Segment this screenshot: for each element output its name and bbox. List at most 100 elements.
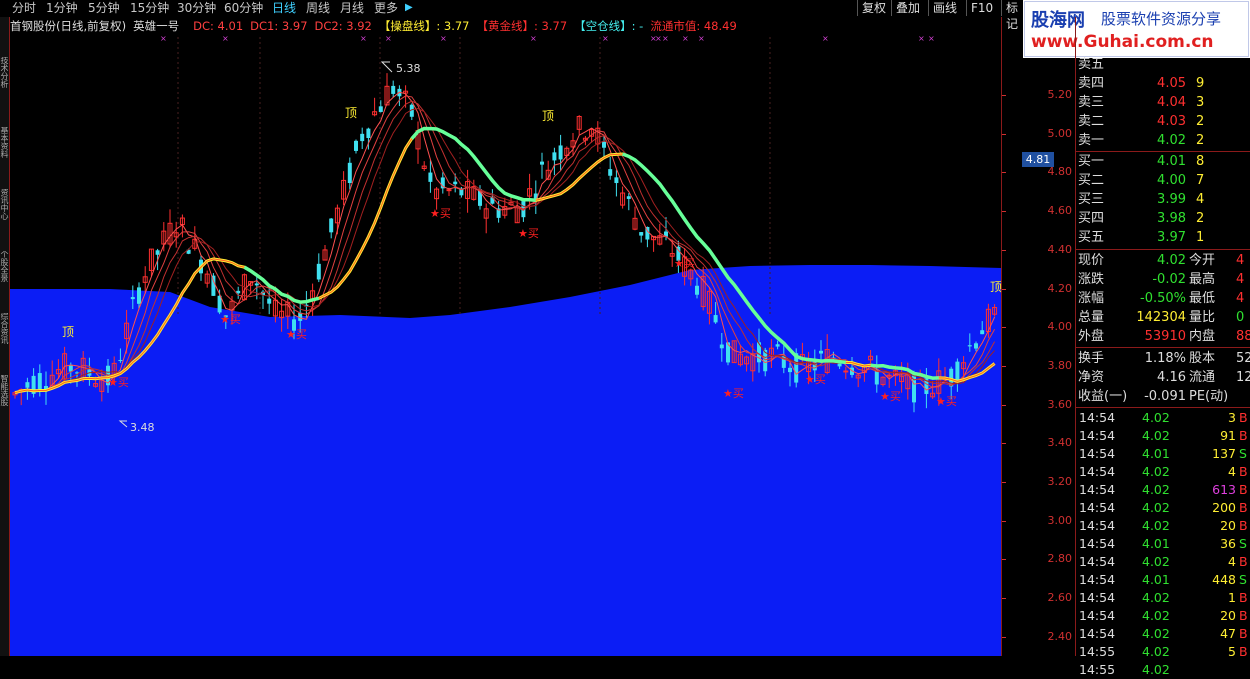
quote-value: 4 xyxy=(1236,253,1245,268)
tick-flag: B xyxy=(1239,464,1248,479)
tick-time: 14:54 xyxy=(1079,482,1116,497)
period-tab-intraday[interactable]: 分时 xyxy=(12,0,36,16)
bid-row: 买三 3.99 4 xyxy=(1076,190,1250,209)
top-signal-label: 顶 xyxy=(62,325,74,339)
period-tab-1min[interactable]: 1分钟 xyxy=(46,0,78,16)
side-tab-basic[interactable]: 基本资料 xyxy=(0,127,9,187)
signal-x-marker: × xyxy=(222,34,229,43)
quote-value: 4.02 xyxy=(1157,253,1186,268)
candle-down xyxy=(316,263,321,280)
tick-flag: B xyxy=(1239,500,1248,515)
tick-volume: 20 xyxy=(1220,518,1236,533)
quote-value: 88 xyxy=(1236,329,1250,344)
candle-down xyxy=(819,350,823,354)
tick-time: 14:54 xyxy=(1079,536,1116,551)
price-axis-label: 4.20 xyxy=(1047,281,1073,295)
fundamental-row: 净资 4.16流通 12. xyxy=(1076,368,1250,387)
panel-separator xyxy=(1076,407,1250,408)
fund-label: 净资 xyxy=(1078,370,1105,385)
candle-down xyxy=(955,361,960,383)
candle-up xyxy=(843,370,849,373)
tick-price: 4.01 xyxy=(1142,572,1170,587)
signal-x-marker: × xyxy=(698,34,705,43)
tick-flag: B xyxy=(1239,644,1248,659)
tick-volume: 91 xyxy=(1220,428,1236,443)
tick-row: 14:54 4.02 3 B xyxy=(1076,409,1250,427)
tick-row: 14:54 4.02 47 B xyxy=(1076,625,1250,643)
buy-signal-label: ★买 xyxy=(108,376,129,389)
tick-time: 14:54 xyxy=(1079,446,1116,461)
overlay-button[interactable]: 叠加 xyxy=(891,0,924,16)
tick-volume: 1 xyxy=(1228,590,1236,605)
f10-button[interactable]: F10 xyxy=(966,0,997,16)
side-tab-panorama[interactable]: 个股全景 xyxy=(0,251,9,311)
period-tab-more[interactable]: 更多 xyxy=(374,0,398,16)
price-axis-label: 4.00 xyxy=(1047,320,1073,334)
tick-row: 14:54 4.02 200 B xyxy=(1076,499,1250,517)
price-axis-tick xyxy=(1002,598,1006,600)
candle-down xyxy=(719,344,724,349)
period-tab-daily[interactable]: 日线 xyxy=(272,0,296,16)
period-tab-5min[interactable]: 5分钟 xyxy=(88,0,120,16)
tick-price: 4.02 xyxy=(1142,554,1170,569)
fund-label: 收益(一) xyxy=(1078,389,1128,404)
side-tab-tech[interactable]: 技术分析 xyxy=(0,57,9,127)
period-tab-monthly[interactable]: 月线 xyxy=(340,0,364,16)
signal-x-marker: × xyxy=(822,34,829,43)
fund-value: 12. xyxy=(1236,370,1250,385)
top-signal-label: 顶 xyxy=(542,109,554,123)
tick-time: 14:54 xyxy=(1079,518,1116,533)
fund-value: 52. xyxy=(1236,351,1250,366)
candle-down xyxy=(453,181,458,185)
tick-time: 14:54 xyxy=(1079,464,1116,479)
candle-down xyxy=(211,275,216,296)
tick-row: 14:54 4.02 4 B xyxy=(1076,553,1250,571)
bid-row: 买二 4.00 7 xyxy=(1076,171,1250,190)
order-volume: 9 xyxy=(1196,76,1205,91)
price-axis-tick xyxy=(1002,520,1006,522)
period-tab-60min[interactable]: 60分钟 xyxy=(224,0,263,16)
order-label: 卖一 xyxy=(1078,133,1105,148)
candle-down xyxy=(391,85,396,94)
buy-signal-label: ★买 xyxy=(805,373,826,386)
period-tab-15min[interactable]: 15分钟 xyxy=(130,0,169,16)
stock-title: 首钢股份(日线,前复权) xyxy=(10,19,127,33)
tick-volume: 448 xyxy=(1212,572,1236,587)
fund-label: 股本 xyxy=(1189,351,1216,366)
price-axis-label: 3.80 xyxy=(1047,358,1073,372)
period-tab-30min[interactable]: 30分钟 xyxy=(177,0,216,16)
tick-time: 14:54 xyxy=(1079,500,1116,515)
draw-button[interactable]: 画线 xyxy=(928,0,961,16)
period-toolbar: 分时 1分钟 5分钟 15分钟 30分钟 60分钟 日线 周线 月线 更多 ▶ … xyxy=(0,0,1022,31)
candle-down xyxy=(378,106,383,112)
order-volume: 3 xyxy=(1196,95,1205,110)
tick-flag: B xyxy=(1239,608,1248,623)
tick-time: 14:54 xyxy=(1079,626,1116,641)
side-tab-strip: 技术分析 基本资料 资讯中心 个股全景 综合资讯 智能选股 xyxy=(0,17,10,656)
kline-chart[interactable]: × × × × × × × ×× × × × × × ×5.383.48顶顶 顶顶★买★买★买★买★买★买★… xyxy=(10,17,1001,656)
fuquan-button[interactable]: 复权 xyxy=(857,0,890,16)
more-arrow-icon[interactable]: ▶ xyxy=(405,0,413,16)
period-tab-weekly[interactable]: 周线 xyxy=(306,0,330,16)
order-label: 买一 xyxy=(1078,154,1105,169)
candle-down xyxy=(155,250,160,255)
tick-row: 14:54 4.02 91 B xyxy=(1076,427,1250,445)
tick-price: 4.02 xyxy=(1142,500,1170,515)
side-tab-info[interactable]: 综合资讯 xyxy=(0,313,9,373)
side-tab-news[interactable]: 资讯中心 xyxy=(0,189,9,249)
side-tab-select[interactable]: 智能选股 xyxy=(0,375,9,435)
quote-value: 53910 xyxy=(1144,329,1186,344)
candle-down xyxy=(552,152,557,161)
candle-down xyxy=(354,140,358,151)
tick-volume: 613 xyxy=(1212,482,1236,497)
candle-down xyxy=(912,372,916,403)
quote-label: 最高 xyxy=(1189,272,1216,287)
tick-time: 14:54 xyxy=(1079,608,1116,623)
mark-button[interactable]: 标记 xyxy=(1001,0,1022,31)
fund-value: 4.16 xyxy=(1157,370,1186,385)
candle-down xyxy=(713,315,718,323)
price-axis-label: 4.80 xyxy=(1047,165,1073,179)
signal-x-marker: × xyxy=(360,34,367,43)
candle-down xyxy=(347,162,352,184)
tick-price: 4.02 xyxy=(1142,482,1170,497)
